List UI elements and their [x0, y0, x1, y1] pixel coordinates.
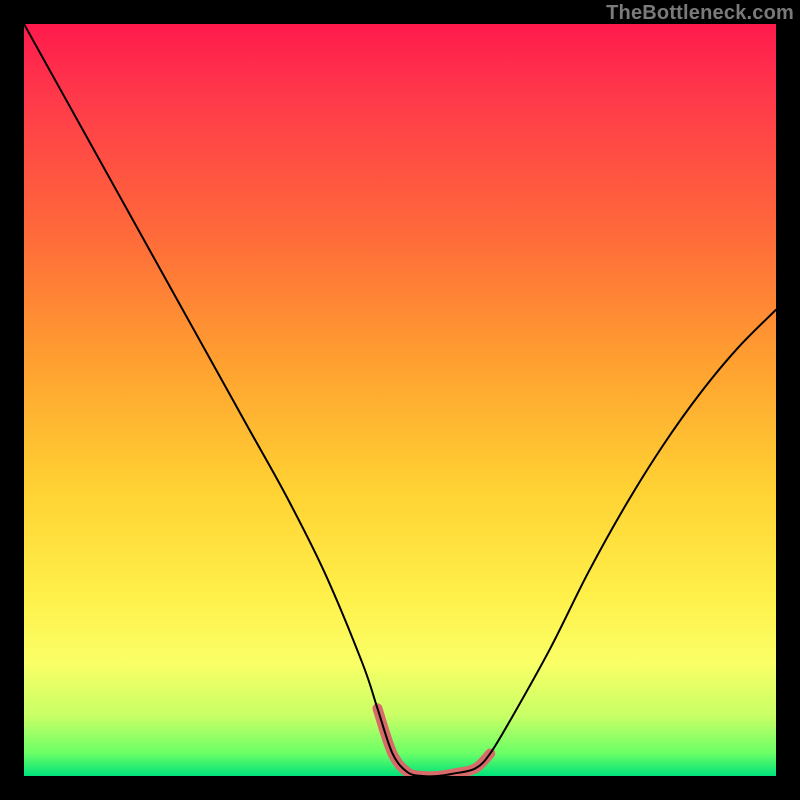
bottleneck-curve-svg [24, 24, 776, 776]
gradient-plot-area [24, 24, 776, 776]
trough-highlight [377, 708, 490, 776]
bottleneck-curve [24, 24, 776, 776]
watermark-text: TheBottleneck.com [606, 2, 794, 25]
chart-frame: TheBottleneck.com [0, 0, 800, 800]
